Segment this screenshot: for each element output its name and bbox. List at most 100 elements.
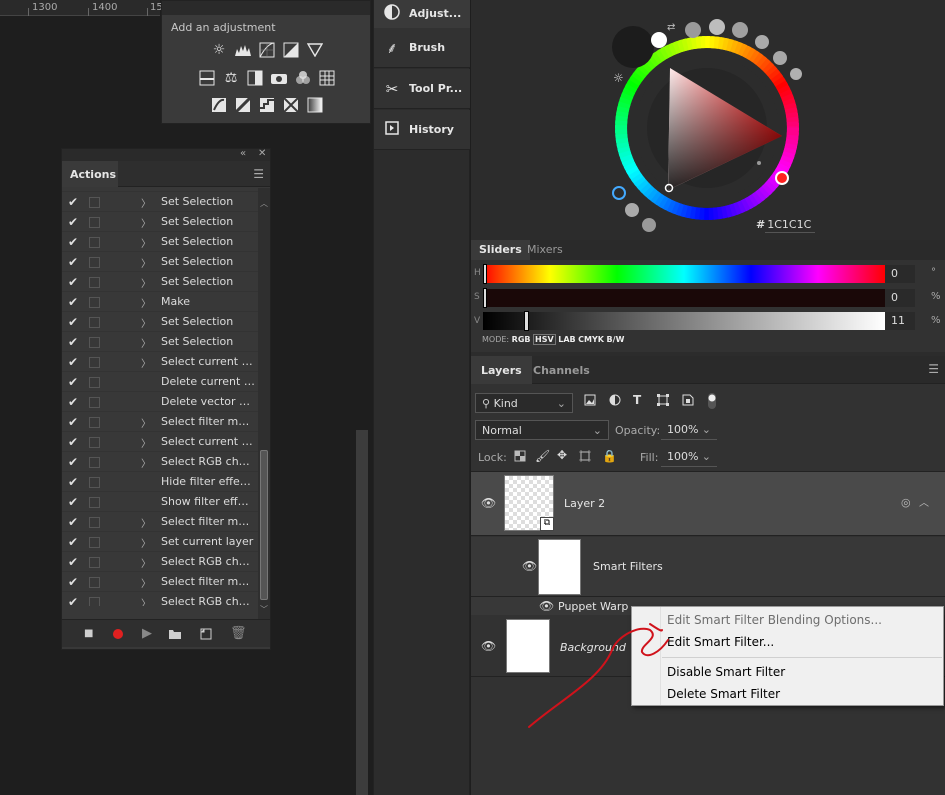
opacity-field[interactable]: 100% ⌄ [661,420,717,440]
dialog-toggle-box[interactable] [89,437,100,448]
check-icon[interactable]: ✔ [68,255,80,269]
dialog-toggle-box[interactable] [89,557,100,568]
check-icon[interactable]: ✔ [68,495,80,509]
chevron-right-icon[interactable]: 〉 [141,315,151,330]
background-thumbnail[interactable] [506,619,550,673]
chevron-right-icon[interactable]: 〉 [141,335,151,350]
dialog-toggle-box[interactable] [89,377,100,388]
mode-bw[interactable]: B/W [607,335,625,344]
check-icon[interactable]: ✔ [68,455,80,469]
tab-mixers[interactable]: Mixers [527,243,563,256]
fill-field[interactable]: 100% ⌄ [661,447,717,467]
check-icon[interactable]: ✔ [68,395,80,409]
action-row[interactable]: ✔ 〉 Select current c... [62,352,258,372]
scroll-down-icon[interactable]: ﹀ [260,604,268,615]
lock-position-icon[interactable]: ✥ [557,448,567,462]
saturation-slider[interactable] [483,288,885,308]
saturation-value[interactable]: 0 [885,289,915,307]
check-icon[interactable]: ✔ [68,555,80,569]
visibility-eye-icon[interactable]: 👁 [522,559,537,573]
layer-name[interactable]: Layer 2 [564,497,605,510]
chevron-right-icon[interactable]: 〉 [141,435,151,450]
chevron-right-icon[interactable]: 〉 [141,275,151,290]
visibility-eye-icon[interactable]: 👁 [481,639,496,653]
filter-smart-object-icon[interactable] [682,394,694,409]
filter-adjustment-icon[interactable] [609,394,621,409]
filter-name[interactable]: Puppet Warp [558,600,628,613]
check-icon[interactable]: ✔ [68,355,80,369]
layer-name[interactable]: Background [560,641,626,654]
dialog-toggle-box[interactable] [89,497,100,508]
dialog-toggle-box[interactable] [89,517,100,528]
actions-scrollbar[interactable]: ︿ ﹀ [258,188,270,619]
hue-slider[interactable] [483,264,885,284]
brightness-small-icon[interactable]: ☼ [613,71,624,85]
swap-icon[interactable]: ⇄ [667,22,675,33]
check-icon[interactable]: ✔ [68,515,80,529]
tab-channels[interactable]: Channels [523,356,600,384]
lock-image-icon[interactable]: 🖌 [535,449,550,463]
action-row[interactable]: ✔ 〉 Set Selection [62,332,258,352]
smart-filter-mask-thumbnail[interactable] [538,539,581,595]
visibility-eye-icon[interactable]: 👁 [539,599,554,613]
layer-row-smart-filters[interactable]: 👁 Smart Filters [471,537,945,597]
chevron-right-icon[interactable]: 〉 [141,535,151,550]
check-icon[interactable]: ✔ [68,595,80,606]
dialog-toggle-box[interactable] [89,457,100,468]
background-swatch[interactable] [651,32,667,48]
check-icon[interactable]: ✔ [68,435,80,449]
action-row[interactable]: ✔ 〉 Set Selection [62,272,258,292]
action-row[interactable]: ✔ 〉 Select filter mas... [62,572,258,592]
action-row[interactable]: ✔ 〉 Select RGB chan... [62,592,258,606]
preset-swatch[interactable] [642,218,656,232]
color-wheel[interactable]: ⇄ ☼ [0,0,945,240]
dialog-toggle-box[interactable] [89,297,100,308]
mode-rgb[interactable]: RGB [512,335,531,344]
action-row[interactable]: ✔ 〉 Set Selection [62,312,258,332]
dialog-toggle-box[interactable] [89,477,100,488]
check-icon[interactable]: ✔ [68,575,80,589]
dialog-toggle-box[interactable] [89,577,100,588]
hex-value[interactable]: #1C1C1C [756,218,816,233]
lock-artboard-icon[interactable] [579,450,591,465]
foreground-swatch[interactable] [612,26,654,68]
new-action-icon[interactable] [200,626,212,644]
action-row[interactable]: ✔ Delete current c... [62,372,258,392]
dialog-toggle-box[interactable] [89,277,100,288]
hue-value[interactable]: 0 [885,265,915,283]
filter-type-icon[interactable]: T [633,393,641,407]
filter-shape-icon[interactable] [657,394,669,409]
action-row[interactable]: ✔ 〉 Set Selection [62,252,258,272]
tab-sliders[interactable]: Sliders [471,240,530,260]
check-icon[interactable]: ✔ [68,535,80,549]
smart-filter-indicator-icon[interactable]: ◎ [901,496,911,509]
menu-item-disable-smart-filter[interactable]: Disable Smart Filter [667,665,785,679]
check-icon[interactable]: ✔ [68,315,80,329]
chevron-right-icon[interactable]: 〉 [141,515,151,530]
action-row[interactable]: ✔ 〉 Select filter mas... [62,512,258,532]
dialog-toggle-box[interactable] [89,597,100,606]
stop-icon[interactable]: ■ [84,628,93,639]
layers-menu-icon[interactable]: ☰ [928,362,939,376]
dialog-toggle-box[interactable] [89,357,100,368]
chevron-right-icon[interactable]: 〉 [141,595,151,606]
menu-item-delete-smart-filter[interactable]: Delete Smart Filter [667,687,780,701]
dialog-toggle-box[interactable] [89,397,100,408]
new-set-folder-icon[interactable] [168,626,182,644]
dialog-toggle-box[interactable] [89,417,100,428]
action-row[interactable]: ✔ Hide filter effect... [62,472,258,492]
visibility-eye-icon[interactable]: 👁 [481,496,496,510]
lock-all-icon[interactable]: 🔒 [602,449,617,463]
trash-icon[interactable]: 🗑 [230,626,247,641]
dialog-toggle-box[interactable] [89,537,100,548]
action-row[interactable]: ✔ 〉 Set current layer [62,532,258,552]
preset-swatch[interactable] [625,203,639,217]
chevron-right-icon[interactable]: 〉 [141,255,151,270]
action-row[interactable]: ✔ Show filter effec... [62,492,258,512]
scroll-thumb[interactable] [260,450,268,600]
check-icon[interactable]: ✔ [68,295,80,309]
chevron-right-icon[interactable]: 〉 [141,555,151,570]
collapse-effects-icon[interactable]: ︿ [919,494,929,509]
blend-mode-dropdown[interactable]: Normal ⌄ [475,420,609,440]
dialog-toggle-box[interactable] [89,257,100,268]
